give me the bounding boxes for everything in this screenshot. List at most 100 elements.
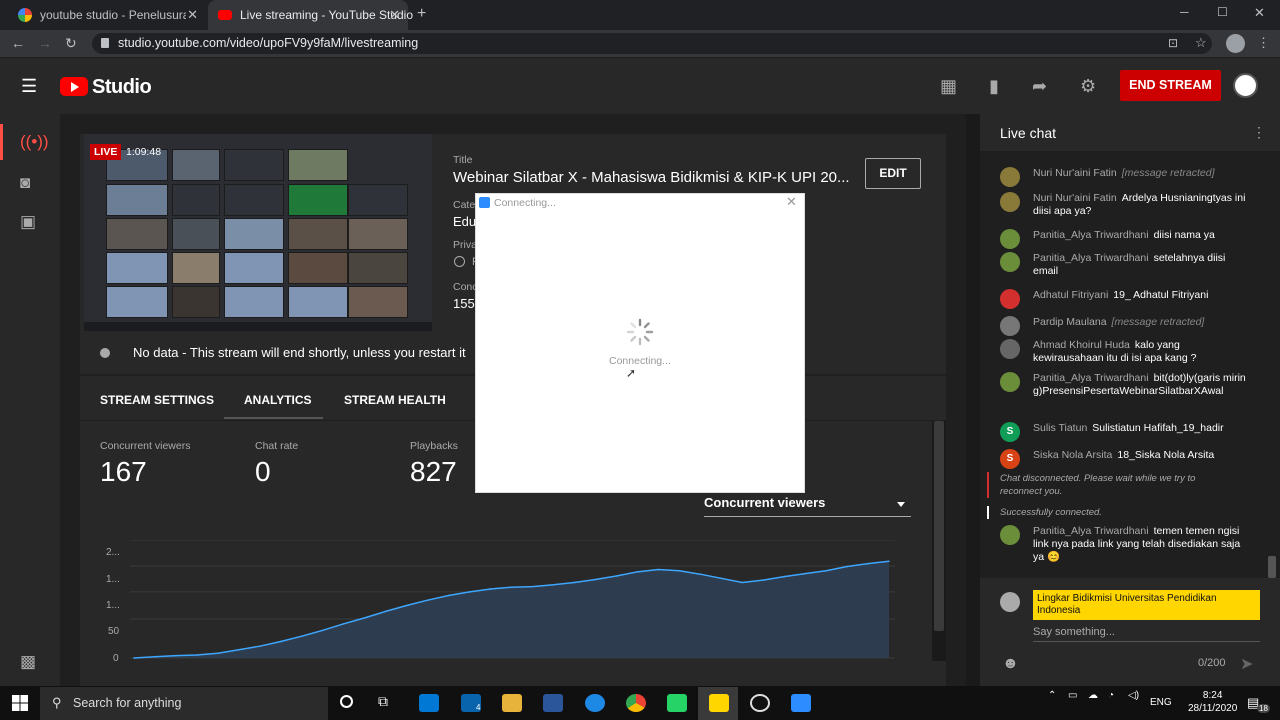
obs-icon[interactable] xyxy=(750,694,770,712)
forward-icon[interactable]: → xyxy=(38,35,52,51)
bookmark-icon[interactable]: ▮ xyxy=(989,76,999,97)
search-icon: ⚲ xyxy=(52,695,62,710)
bookmark-star-icon[interactable]: ☆ xyxy=(1195,35,1207,51)
metric-dropdown[interactable]: Concurrent viewers xyxy=(704,495,911,517)
y-tick-label: 2... xyxy=(106,547,120,558)
browser-tab-search[interactable]: youtube studio - Penelusuran Go ✕ xyxy=(8,0,206,30)
back-icon[interactable]: ← xyxy=(11,35,25,51)
edit-button[interactable]: EDIT xyxy=(865,158,921,189)
live-broadcast-icon[interactable]: ((•)) xyxy=(20,132,49,152)
channel-avatar[interactable] xyxy=(1233,73,1258,98)
mouse-cursor-icon: ➚ xyxy=(626,366,637,380)
chart-point xyxy=(468,591,471,593)
url-input[interactable]: studio.youtube.com/video/upoFV9y9faM/liv… xyxy=(92,33,1212,54)
hamburger-menu-icon[interactable]: ☰ xyxy=(21,76,37,97)
cortana-icon[interactable] xyxy=(340,695,353,708)
maximize-icon[interactable]: ☐ xyxy=(1217,5,1228,19)
whatsapp-icon[interactable] xyxy=(667,694,687,712)
browser-menu-icon[interactable]: ⋮ xyxy=(1257,35,1270,51)
minimize-icon[interactable]: ─ xyxy=(1180,5,1189,19)
stream-preview[interactable] xyxy=(84,134,432,331)
end-stream-button[interactable]: END STREAM xyxy=(1120,70,1221,101)
status-dot xyxy=(100,348,110,358)
language-indicator[interactable]: ENG xyxy=(1150,697,1172,708)
zoom-app-icon xyxy=(479,197,490,208)
chat-menu-icon[interactable]: ⋮ xyxy=(1252,124,1266,141)
volume-icon[interactable]: ◁) xyxy=(1128,690,1139,701)
store-icon[interactable] xyxy=(419,694,439,712)
windows-start-icon[interactable] xyxy=(12,695,28,711)
calendar-icon[interactable]: ▣ xyxy=(20,212,36,232)
close-tab-icon[interactable]: ✕ xyxy=(187,7,198,23)
word-icon[interactable] xyxy=(543,694,563,712)
page-scrollbar[interactable] xyxy=(966,114,980,686)
emoji-icon[interactable]: ☻ xyxy=(1002,655,1019,673)
left-rail xyxy=(0,114,60,686)
feedback-icon[interactable]: ▩ xyxy=(20,652,36,672)
taskbar-search[interactable]: Search for anything xyxy=(40,687,328,720)
globe-icon xyxy=(454,256,465,267)
battery-icon[interactable]: ▭ xyxy=(1068,690,1077,701)
youtube-logo-icon[interactable] xyxy=(60,77,88,96)
close-window-icon[interactable]: ✕ xyxy=(1254,5,1265,21)
browser-tab-studio[interactable]: Live streaming - YouTube Studio ✕ xyxy=(208,0,413,30)
title-label: Title xyxy=(453,154,473,166)
share-icon[interactable]: ➦ xyxy=(1032,76,1047,97)
edge-icon[interactable] xyxy=(585,694,605,712)
camera-icon[interactable]: ◙ xyxy=(20,173,30,193)
translate-icon[interactable]: ⊡ xyxy=(1168,36,1178,50)
chat-author: Panitia_Alya Triwardhani xyxy=(1033,252,1149,264)
chart-point xyxy=(888,560,890,563)
tray-chevron-icon[interactable]: ⌃ xyxy=(1048,690,1056,701)
chart-point xyxy=(510,586,513,588)
chart-point xyxy=(154,656,156,658)
reload-icon[interactable]: ↻ xyxy=(65,35,77,52)
chat-input[interactable]: Say something... xyxy=(1033,626,1115,638)
chrome-icon[interactable] xyxy=(626,694,646,712)
studio-brand: Studio xyxy=(92,76,152,98)
google-icon xyxy=(18,8,32,22)
settings-gear-icon[interactable]: ⚙ xyxy=(1080,76,1096,97)
chat-input-author: Lingkar Bidikmisi Universitas Pendidikan… xyxy=(1033,590,1260,620)
system-message-marker xyxy=(987,506,989,519)
zoom-icon[interactable] xyxy=(791,694,811,712)
live-duration: 1:09:48 xyxy=(126,146,162,158)
chart-point xyxy=(846,565,848,568)
stat-value: 167 xyxy=(100,456,147,487)
clapperboard-icon[interactable]: ▦ xyxy=(940,76,957,97)
profile-avatar[interactable] xyxy=(1226,34,1245,53)
chat-text: 18_Siska Nola Arsita xyxy=(1117,449,1215,461)
metric-dropdown-value: Concurrent viewers xyxy=(704,495,826,510)
avatar xyxy=(1000,316,1020,336)
stat-value: 0 xyxy=(255,456,271,487)
chart-point xyxy=(657,568,660,571)
chart-point xyxy=(405,604,408,607)
tab-stream-settings[interactable]: STREAM SETTINGS xyxy=(100,393,214,407)
chat-scrollbar-thumb[interactable] xyxy=(1268,556,1276,578)
send-icon[interactable]: ➤ xyxy=(1240,654,1253,674)
chart-point xyxy=(175,654,177,657)
tab-stream-health[interactable]: STREAM HEALTH xyxy=(344,393,446,407)
notification-count: 18 xyxy=(1257,704,1270,713)
chart-point xyxy=(342,622,345,625)
chat-author: Ahmad Khoirul Huda xyxy=(1033,339,1130,351)
tab-title: youtube studio - Penelusuran Go xyxy=(40,8,186,22)
dialog-close-icon[interactable]: ✕ xyxy=(786,194,797,210)
network-icon[interactable]: ◔ xyxy=(1108,690,1114,701)
tab-analytics[interactable]: ANALYTICS xyxy=(244,393,312,407)
folder-icon[interactable] xyxy=(502,694,522,712)
sticky-notes-icon[interactable] xyxy=(709,694,729,712)
chat-author: Panitia_Alya Triwardhani xyxy=(1033,372,1149,384)
chart-point xyxy=(300,635,303,637)
close-tab-icon[interactable]: ✕ xyxy=(389,7,400,23)
active-indicator xyxy=(0,124,3,160)
chart-point xyxy=(783,575,785,578)
taskbar-clock[interactable]: 8:24 28/11/2020 xyxy=(1188,689,1237,715)
new-tab-icon[interactable]: + xyxy=(417,5,426,23)
mail-badge: 4 xyxy=(476,703,481,712)
onedrive-icon[interactable]: ☁ xyxy=(1088,690,1098,701)
task-view-icon[interactable]: ⧉ xyxy=(378,693,388,710)
main-scrollbar-thumb[interactable] xyxy=(934,421,944,631)
chart-point xyxy=(384,610,387,613)
avatar xyxy=(1000,289,1020,309)
